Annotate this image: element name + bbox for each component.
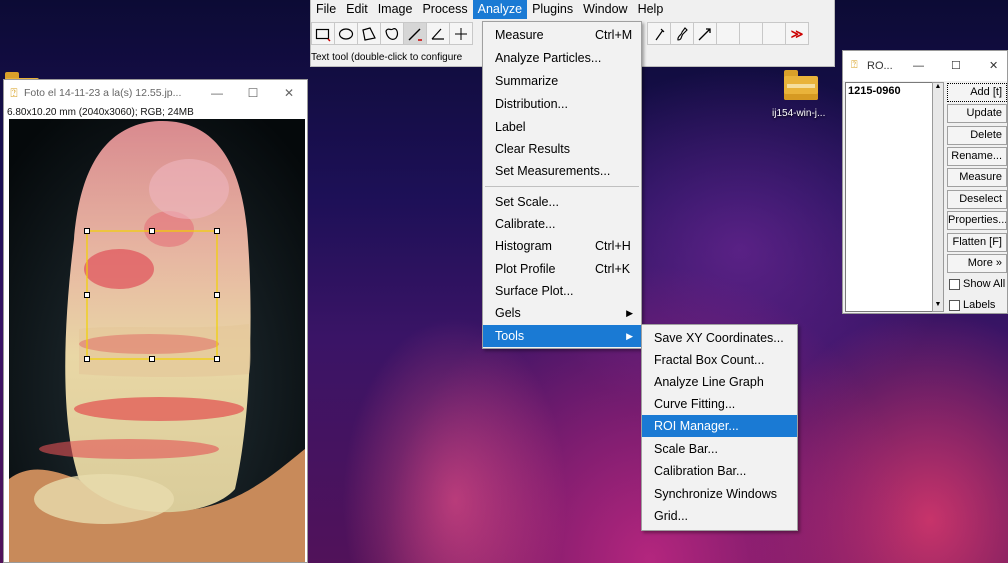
roi-manager-titlebar[interactable]: ⍰ RO... — ☐ ✕ bbox=[843, 51, 1007, 81]
scroll-up-icon[interactable]: ▲ bbox=[933, 83, 943, 93]
menu-bar: File Edit Image Process Analyze Plugins … bbox=[311, 0, 668, 20]
analyze-menu: Measure Ctrl+M Analyze Particles... Summa… bbox=[482, 21, 642, 349]
image-info: 6.80x10.20 mm (2040x3060); RGB; 24MB bbox=[7, 107, 194, 118]
menu-item-plot-profile[interactable]: Plot Profile Ctrl+K bbox=[483, 258, 641, 280]
angle-tool-icon[interactable] bbox=[426, 22, 450, 45]
imagej-icon: ⍰ bbox=[851, 59, 858, 71]
submenu-item-save-xy[interactable]: Save XY Coordinates... bbox=[642, 327, 797, 349]
roi-update-button[interactable]: Update bbox=[947, 104, 1007, 123]
labels-checkbox[interactable]: Labels bbox=[949, 299, 995, 311]
image-canvas[interactable] bbox=[9, 119, 305, 562]
image-window[interactable]: ⍰ Foto el 14-11-23 a la(s) 12.55.jp... —… bbox=[3, 79, 308, 563]
menu-window[interactable]: Window bbox=[578, 0, 632, 19]
submenu-item-synchronize-windows[interactable]: Synchronize Windows bbox=[642, 483, 797, 505]
submenu-item-analyze-line-graph[interactable]: Analyze Line Graph bbox=[642, 371, 797, 393]
menu-plugins[interactable]: Plugins bbox=[527, 0, 578, 19]
roi-list-item[interactable]: 1215-0960 bbox=[846, 83, 933, 99]
roi-handle[interactable] bbox=[149, 356, 155, 362]
submenu-arrow-icon: ▶ bbox=[626, 308, 633, 318]
roi-handle[interactable] bbox=[214, 356, 220, 362]
menu-file[interactable]: File bbox=[311, 0, 341, 19]
roi-handle[interactable] bbox=[84, 356, 90, 362]
roi-measure-button[interactable]: Measure bbox=[947, 168, 1007, 187]
menu-edit[interactable]: Edit bbox=[341, 0, 373, 19]
maximize-icon[interactable]: ☐ bbox=[951, 59, 961, 72]
roi-more-button[interactable]: More » bbox=[947, 254, 1007, 273]
oval-tool-icon[interactable] bbox=[334, 22, 358, 45]
menu-help[interactable]: Help bbox=[633, 0, 669, 19]
roi-delete-button[interactable]: Delete bbox=[947, 126, 1007, 145]
image-window-titlebar[interactable]: ⍰ Foto el 14-11-23 a la(s) 12.55.jp... —… bbox=[4, 80, 307, 106]
maximize-icon[interactable]: ☐ bbox=[235, 86, 271, 100]
menu-item-set-scale[interactable]: Set Scale... bbox=[483, 191, 641, 213]
brush-tool-icon[interactable] bbox=[670, 22, 694, 45]
menu-item-calibrate[interactable]: Calibrate... bbox=[483, 213, 641, 235]
image-window-title: Foto el 14-11-23 a la(s) 12.55.jp... bbox=[24, 87, 182, 99]
menu-item-histogram[interactable]: Histogram Ctrl+H bbox=[483, 235, 641, 257]
minimize-icon[interactable]: — bbox=[199, 86, 235, 100]
roi-manager-window[interactable]: ⍰ RO... — ☐ ✕ 1215-0960 ▲ ▼ Add [t] Upda… bbox=[842, 50, 1008, 314]
menu-analyze[interactable]: Analyze bbox=[472, 0, 528, 19]
menu-item-analyze-particles[interactable]: Analyze Particles... bbox=[483, 47, 641, 69]
point-tool-icon[interactable] bbox=[449, 22, 473, 45]
freehand-tool-icon[interactable] bbox=[380, 22, 404, 45]
close-icon[interactable]: ✕ bbox=[271, 86, 307, 100]
menu-process[interactable]: Process bbox=[417, 0, 472, 19]
menu-item-distribution[interactable]: Distribution... bbox=[483, 93, 641, 115]
minimize-icon[interactable]: — bbox=[913, 60, 924, 72]
empty-tool-slot[interactable] bbox=[762, 22, 786, 45]
folder-label[interactable]: ij154-win-j... bbox=[772, 108, 825, 119]
imagej-icon: ⍰ bbox=[10, 85, 18, 100]
submenu-item-fractal-box-count[interactable]: Fractal Box Count... bbox=[642, 349, 797, 371]
dropper-tool-icon[interactable] bbox=[647, 22, 671, 45]
submenu-item-curve-fitting[interactable]: Curve Fitting... bbox=[642, 393, 797, 415]
roi-list-scrollbar[interactable]: ▲ ▼ bbox=[932, 82, 944, 312]
roi-deselect-button[interactable]: Deselect bbox=[947, 190, 1007, 209]
menu-item-tools[interactable]: Tools ▶ bbox=[483, 325, 641, 347]
menu-item-measure[interactable]: Measure Ctrl+M bbox=[483, 24, 641, 46]
empty-tool-slot[interactable] bbox=[716, 22, 740, 45]
roi-properties-button[interactable]: Properties... bbox=[947, 211, 1007, 230]
menu-item-label[interactable]: Label bbox=[483, 116, 641, 138]
show-all-checkbox[interactable]: Show All bbox=[949, 278, 1005, 290]
submenu-item-scale-bar[interactable]: Scale Bar... bbox=[642, 438, 797, 460]
line-tool-icon[interactable] bbox=[403, 22, 427, 45]
rectangle-tool-icon[interactable] bbox=[311, 22, 335, 45]
arrow-tool-icon[interactable] bbox=[693, 22, 717, 45]
close-icon[interactable]: ✕ bbox=[989, 59, 998, 72]
roi-handle[interactable] bbox=[149, 228, 155, 234]
roi-flatten-button[interactable]: Flatten [F] bbox=[947, 233, 1007, 252]
empty-tool-slot[interactable] bbox=[739, 22, 763, 45]
tools-submenu: Save XY Coordinates... Fractal Box Count… bbox=[641, 324, 798, 531]
roi-handle[interactable] bbox=[214, 292, 220, 298]
submenu-item-calibration-bar[interactable]: Calibration Bar... bbox=[642, 460, 797, 482]
roi-add-button[interactable]: Add [t] bbox=[947, 83, 1007, 102]
roi-manager-title: RO... bbox=[867, 60, 893, 72]
menu-image[interactable]: Image bbox=[373, 0, 418, 19]
roi-handle[interactable] bbox=[84, 292, 90, 298]
menu-item-set-measurements[interactable]: Set Measurements... bbox=[483, 160, 641, 182]
roi-rename-button[interactable]: Rename... bbox=[947, 147, 1007, 166]
submenu-arrow-icon: ▶ bbox=[626, 331, 633, 341]
menu-item-surface-plot[interactable]: Surface Plot... bbox=[483, 280, 641, 302]
submenu-item-roi-manager[interactable]: ROI Manager... bbox=[642, 415, 797, 437]
status-text: Text tool (double-click to configure bbox=[311, 52, 463, 63]
more-tools-icon[interactable]: ≫ bbox=[785, 22, 809, 45]
polygon-tool-icon[interactable] bbox=[357, 22, 381, 45]
scroll-down-icon[interactable]: ▼ bbox=[933, 301, 943, 311]
desktop: ij154-win-j... File Edit Image Process A… bbox=[0, 0, 1008, 563]
menu-item-clear-results[interactable]: Clear Results bbox=[483, 138, 641, 160]
roi-handle[interactable] bbox=[84, 228, 90, 234]
submenu-item-grid[interactable]: Grid... bbox=[642, 505, 797, 527]
roi-list[interactable]: 1215-0960 bbox=[845, 82, 934, 312]
menu-item-gels[interactable]: Gels ▶ bbox=[483, 302, 641, 324]
menu-separator bbox=[485, 186, 639, 187]
roi-handle[interactable] bbox=[214, 228, 220, 234]
menu-item-summarize[interactable]: Summarize bbox=[483, 70, 641, 92]
tooth-photo bbox=[9, 119, 305, 562]
